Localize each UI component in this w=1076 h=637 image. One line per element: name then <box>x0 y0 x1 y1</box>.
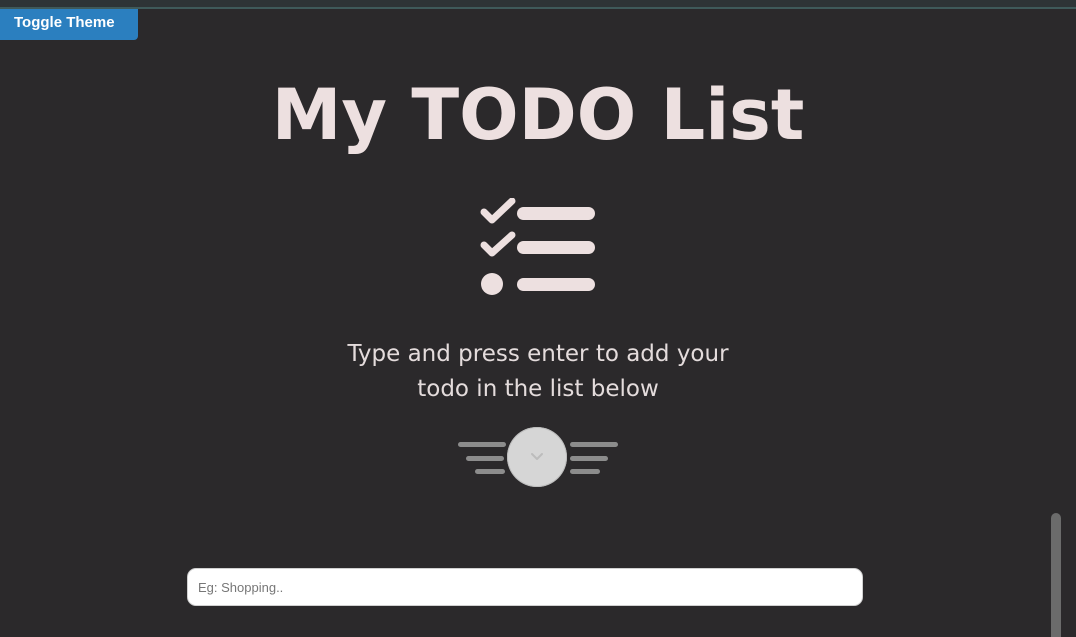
speed-line <box>475 469 505 474</box>
checklist-icon <box>480 198 595 295</box>
app-page: Toggle Theme My TODO List Type and press… <box>0 0 1076 637</box>
speed-line <box>570 442 618 447</box>
scrollbar-thumb[interactable] <box>1051 513 1061 637</box>
page-title: My TODO List <box>271 74 805 156</box>
speed-line <box>458 442 506 447</box>
todo-input[interactable] <box>187 568 863 606</box>
chevron-down-icon <box>531 453 543 460</box>
instructions-line-1: Type and press enter to add your <box>347 341 729 367</box>
instructions-text: Type and press enter to add your todo in… <box>338 337 738 407</box>
speed-line <box>570 456 608 461</box>
scroll-down-button[interactable] <box>507 427 567 487</box>
instructions-line-2: todo in the list below <box>417 376 659 402</box>
top-border <box>0 0 1076 9</box>
speed-line <box>466 456 504 461</box>
scroll-down-badge[interactable] <box>456 426 620 488</box>
toggle-theme-button[interactable]: Toggle Theme <box>0 9 138 40</box>
speed-line <box>570 469 600 474</box>
